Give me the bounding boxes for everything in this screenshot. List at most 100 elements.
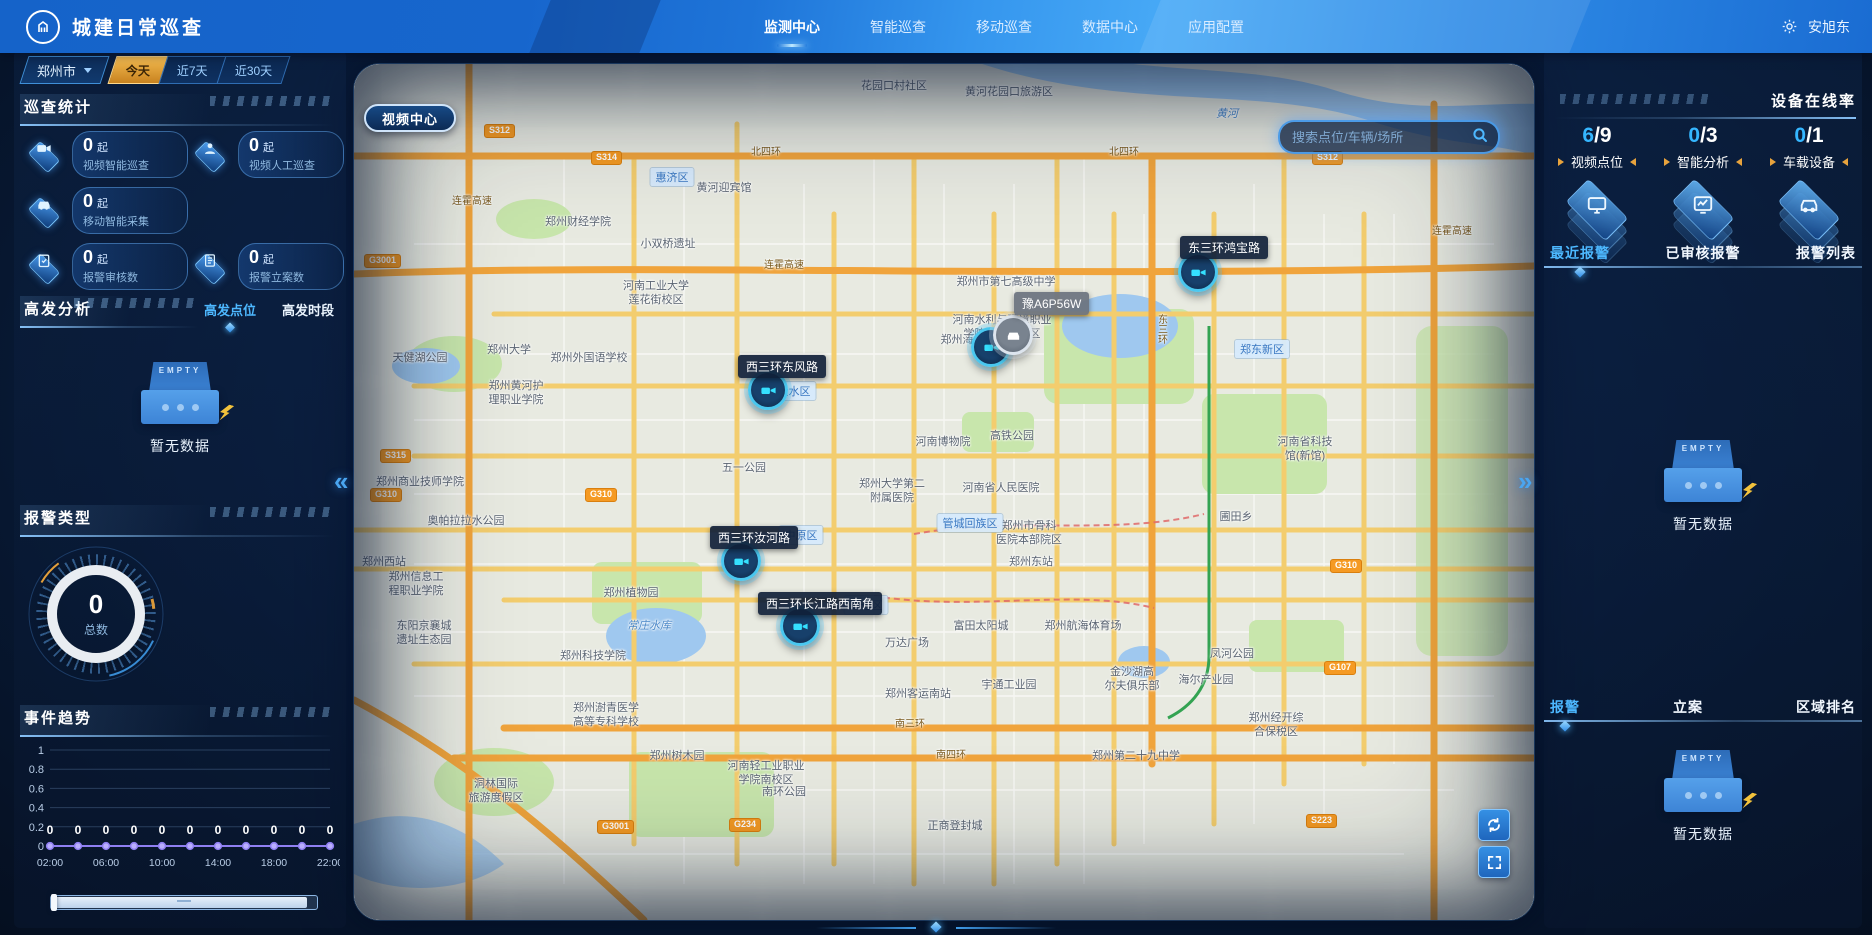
vehicle-marker-icon[interactable] (993, 315, 1033, 355)
dashboard-stage: 视频中心 花园口村社区黄河花园口旅游区黄河迎宾馆郑州财经学院小双桥遗址河南工业大… (0, 0, 1872, 935)
map-canvas[interactable]: 视频中心 花园口村社区黄河花园口旅游区黄河迎宾馆郑州财经学院小双桥遗址河南工业大… (354, 64, 1534, 920)
right-panel: 设备在线率 6/9视频点位0/3智能分析0/1车载设备 最近报警已审核报警报警列… (1544, 50, 1862, 928)
scrollbar-handle[interactable] (51, 894, 57, 911)
collapse-left-panel-icon[interactable]: « (334, 468, 348, 494)
stat-card: 0起报警审核数 (22, 240, 188, 292)
refresh-icon[interactable] (1478, 809, 1510, 841)
fullscreen-icon[interactable] (1478, 846, 1510, 878)
empty-text: 暂无数据 (1673, 514, 1733, 534)
map-place-label: 正商登封城 (928, 820, 983, 834)
map-place-label: 洞林国际 旅游度假区 (469, 778, 524, 806)
stat-card: 0起视频人工巡查 (188, 128, 344, 180)
map-place-label: 郑州航海体育场 (1045, 620, 1122, 634)
map-water-label: 常庄水库 (627, 620, 671, 634)
map-road-name: 北四环 (1109, 147, 1139, 160)
map-road-tooltip: 西三环东风路 (738, 355, 826, 378)
map-place-label: 郑州科技学院 (560, 650, 626, 664)
map-place-label: 郑州市第七高级中学 (957, 276, 1056, 290)
map-road-name: 北四环 (751, 147, 781, 160)
online-stat-智能分析: 0/3 智能分析 (1650, 124, 1756, 245)
map-place-label: 郑州黄河护 理职业学院 (489, 380, 544, 408)
empty-text: 暂无数据 (150, 436, 210, 456)
map-place-label: 小双桥遗址 (641, 238, 696, 252)
brand: 城建日常巡查 (26, 0, 204, 53)
nav-tab-数据中心[interactable]: 数据中心 (1080, 13, 1140, 41)
video-center-button[interactable]: 视频中心 (364, 104, 456, 132)
alarm-tab-已审核报警[interactable]: 已审核报警 (1666, 243, 1741, 263)
top-bar: 城建日常巡查 监测中心 智能巡查 移动巡查 数据中心 应用配置 安旭东 (0, 0, 1872, 53)
map-road-name: 东三环 (1154, 314, 1167, 344)
map-place-label: 河南博物院 (916, 436, 971, 450)
stat-body: 0起报警立案数 (238, 243, 344, 290)
gear-icon[interactable] (1781, 18, 1798, 35)
map-place-label: 郑州市骨科 医院本部院区 (996, 520, 1062, 548)
map-place-label: 宇通工业园 (982, 679, 1037, 693)
nav-tab-监测中心[interactable]: 监测中心 (762, 13, 822, 41)
map-place-label: 东阳京襄城 遗址生态园 (397, 620, 452, 648)
filters-row: 郑州市 今天近7天近30天 (24, 56, 286, 84)
date-filter-近30天[interactable]: 近30天 (216, 56, 290, 84)
map-place-label: 郑州外国语学校 (551, 352, 628, 366)
map-controls (1478, 809, 1510, 878)
map-district-label: 郑东新区 (1235, 340, 1289, 358)
map-place-label: 郑州客运南站 (885, 688, 951, 702)
gauge-value: 0 (89, 591, 103, 617)
road-badge-G234: G234 (729, 818, 761, 832)
online-label: 车载设备 (1756, 152, 1862, 171)
collapse-right-panel-icon[interactable]: » (1518, 468, 1532, 494)
map-road-name: 连霍高速 (764, 260, 804, 273)
empty-box-icon: EMPTY (1664, 750, 1742, 812)
online-label: 智能分析 (1650, 152, 1756, 171)
map-roads-art (354, 64, 1534, 920)
svg-text:1: 1 (38, 745, 44, 757)
alarm-total-gauge: 0 总数 (26, 544, 166, 684)
stat-card: 0起报警立案数 (188, 240, 344, 292)
map-place-label: 凤河公园 (1210, 648, 1254, 662)
gauge-label: 总数 (84, 621, 108, 638)
stat-value-line: 0起 (249, 247, 333, 268)
alarm-tab-报警列表[interactable]: 报警列表 (1796, 243, 1856, 263)
case-empty-state: EMPTY 暂无数据 (1544, 750, 1862, 844)
nav-tab-移动巡查[interactable]: 移动巡查 (974, 13, 1034, 41)
road-badge-S314: S314 (591, 151, 622, 165)
user-name[interactable]: 安旭东 (1808, 17, 1850, 37)
hotspot-tab-高发时段[interactable]: 高发时段 (282, 300, 334, 319)
svg-text:0: 0 (215, 823, 222, 837)
map-place-label: 郑州大学第二 附属医院 (859, 478, 925, 506)
map-road-tooltip: 东三环鸿宝路 (1180, 236, 1268, 259)
search-input[interactable] (1290, 129, 1472, 146)
map-search-box[interactable] (1278, 120, 1500, 154)
date-filter-group: 今天近7天近30天 (113, 56, 286, 84)
search-icon[interactable] (1472, 127, 1488, 148)
alarm-tab-最近报警[interactable]: 最近报警 (1550, 243, 1610, 263)
case-tab-区域排名[interactable]: 区域排名 (1796, 697, 1856, 717)
section-inspection-title: 巡查统计 (20, 94, 340, 126)
hotspot-empty-state: EMPTY 暂无数据 (14, 362, 346, 456)
logo-icon (26, 10, 60, 44)
stat-card: 0起移动智能采集 (22, 184, 188, 236)
date-filter-近7天[interactable]: 近7天 (158, 56, 226, 84)
map-place-label: 金沙湖高 尔夫俱乐部 (1105, 666, 1160, 694)
svg-text:0: 0 (187, 823, 194, 837)
case-tab-报警[interactable]: 报警 (1550, 697, 1580, 717)
left-panel: 郑州市 今天近7天近30天 巡查统计 0起视频智能巡查0起视频人工巡查0起移动智… (14, 50, 346, 928)
hotspot-tab-高发点位[interactable]: 高发点位 (204, 300, 256, 319)
alarm-tabs-underline (1544, 266, 1862, 268)
video-camera-icon (22, 132, 66, 176)
case-tab-立案[interactable]: 立案 (1673, 697, 1703, 717)
vehicle-plate-label[interactable]: 豫A6P56W (1014, 292, 1089, 315)
stat-body: 0起移动智能采集 (72, 187, 188, 234)
online-value: 0/3 (1650, 124, 1756, 148)
nav-tab-应用配置[interactable]: 应用配置 (1186, 13, 1246, 41)
map-place-label: 郑州财经学院 (545, 216, 611, 230)
map-place-label: 郑州澍青医学 高等专科学校 (573, 702, 639, 730)
svg-text:14:00: 14:00 (205, 857, 231, 869)
map-place-label: 郑州信息工 程职业学院 (389, 571, 444, 599)
map-water-label: 黄河 (1216, 108, 1238, 122)
map-road-tooltip: 西三环长江路西南角 (758, 592, 882, 615)
city-select[interactable]: 郑州市 (19, 56, 109, 84)
chart-scrollbar[interactable] (50, 895, 318, 910)
section-device-online-title: 设备在线率 (1544, 90, 1856, 119)
svg-text:0: 0 (327, 823, 334, 837)
nav-tab-智能巡查[interactable]: 智能巡查 (868, 13, 928, 41)
